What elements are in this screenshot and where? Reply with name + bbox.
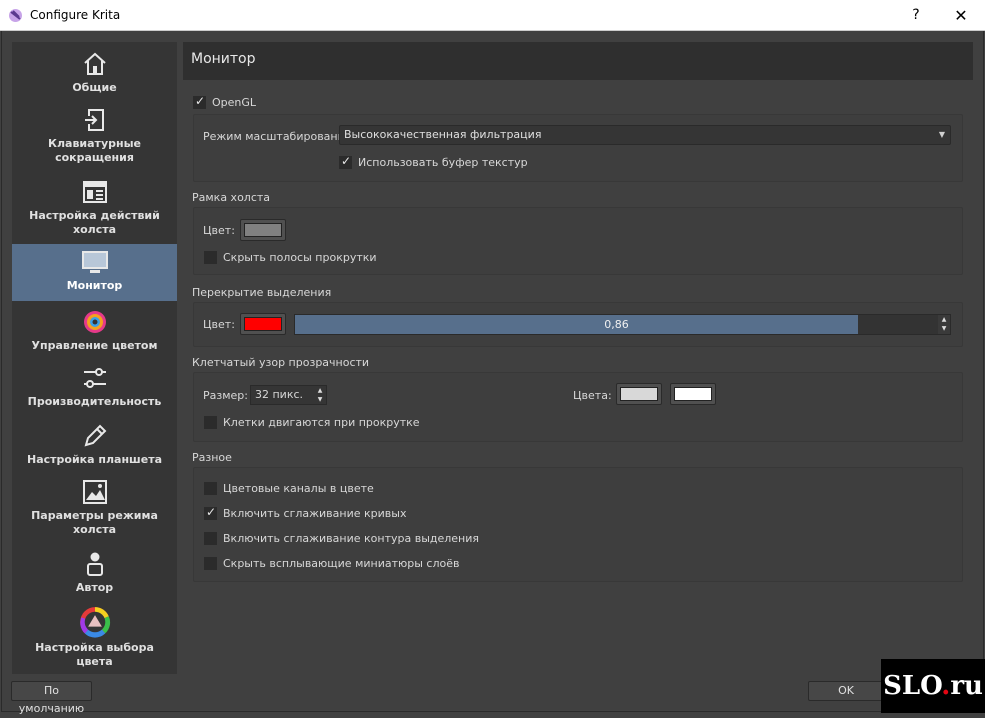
texture-buffer-checkbox[interactable]: Использовать буфер текстур — [339, 154, 528, 169]
checker-size-label: Размер: — [203, 389, 248, 402]
help-button[interactable]: ? — [906, 4, 926, 26]
page-title: Монитор — [191, 51, 256, 67]
selection-color-swatch — [244, 317, 282, 331]
monitor-icon — [81, 251, 108, 273]
checker-color1-swatch — [620, 387, 658, 401]
canvas-border-color-label: Цвет: — [203, 224, 235, 237]
texture-buffer-label: Использовать буфер текстур — [358, 155, 528, 169]
misc-option-color-channels[interactable]: Цветовые каналы в цвете — [204, 481, 374, 495]
hide-scrollbars-checkbox[interactable]: Скрыть полосы прокрутки — [204, 250, 377, 264]
hide-scrollbars-label: Скрыть полосы прокрутки — [223, 250, 377, 264]
sidebar-item-author[interactable]: Автор — [12, 550, 177, 600]
image-icon — [82, 480, 107, 504]
scaling-mode-value: Высококачественная фильтрация — [344, 128, 542, 141]
color-channels-check-box[interactable] — [204, 481, 217, 495]
checker-size-value: 32 пикс. — [255, 388, 304, 401]
checker-color2-button[interactable] — [670, 383, 716, 405]
spin-arrows-icon[interactable]: ▲ ▼ — [938, 315, 950, 334]
chevron-down-icon: ▼ — [938, 130, 945, 139]
sidebar-item-label: Настройка выбора цвета — [35, 641, 154, 668]
texture-buffer-check-box[interactable] — [339, 154, 352, 169]
sidebar-item-label: Автор — [75, 581, 114, 594]
window-title: Configure Krita — [30, 8, 121, 22]
misc-option-label: Включить сглаживание контура выделения — [223, 531, 480, 545]
watermark-dot: . — [941, 671, 951, 701]
canvas-border-title: Рамка холста — [192, 191, 271, 204]
home-icon — [83, 52, 106, 75]
checker-move-label: Клетки двигаются при прокрутке — [223, 415, 420, 429]
canvas-border-swatch — [244, 223, 282, 237]
curve-antialias-check-box[interactable] — [204, 505, 217, 520]
sidebar-item-shortcuts[interactable]: Клавиатурные сокращения — [12, 106, 177, 171]
watermark-text: SLO — [883, 671, 942, 701]
hide-thumbnails-check-box[interactable] — [204, 556, 217, 570]
opengl-checkbox[interactable]: OpenGL — [193, 94, 257, 109]
sidebar-item-general[interactable]: Общие — [12, 50, 177, 100]
selection-color-button[interactable] — [240, 313, 286, 335]
opengl-label: OpenGL — [212, 95, 257, 109]
sidebar-item-color-management[interactable]: Управление цветом — [12, 308, 177, 358]
sidebar-item-canvas-only[interactable]: Параметры режима холста — [12, 478, 177, 543]
sidebar-item-label: Настройка планшета — [26, 453, 162, 466]
scaling-mode-label: Режим масштабирования: — [203, 130, 356, 143]
sidebar-item-label: Управление цветом — [31, 339, 158, 352]
krita-logo-icon — [9, 9, 22, 22]
sidebar-item-label: Клавиатурные сокращения — [48, 137, 141, 164]
restore-defaults-button[interactable]: По умолчанию — [11, 681, 92, 715]
misc-option-label: Скрыть всплывающие миниатюры слоёв — [223, 556, 460, 570]
opengl-check-box[interactable] — [193, 94, 206, 109]
selection-opacity-value: 0,86 — [604, 318, 629, 331]
sidebar-item-label: Настройка действий холста — [29, 209, 160, 236]
misc-option-label: Включить сглаживание кривых — [223, 506, 407, 520]
ok-button[interactable]: OK — [808, 681, 884, 701]
sidebar-item-monitor[interactable]: Монитор — [12, 244, 177, 301]
page-header: Монитор — [183, 42, 973, 80]
settings-sidebar: Общие Клавиатурные сокращения Настройка … — [12, 42, 177, 674]
color-management-icon — [83, 311, 106, 333]
misc-title: Разное — [192, 451, 232, 464]
checker-move-check-box[interactable] — [204, 415, 217, 429]
shortcut-icon — [84, 109, 104, 131]
sidebar-item-performance[interactable]: Производительность — [12, 364, 177, 414]
sidebar-item-label: Параметры режима холста — [31, 509, 158, 536]
canvas-border-group — [193, 207, 963, 275]
sidebar-item-tablet[interactable]: Настройка планшета — [12, 422, 177, 472]
misc-option-curve-antialias[interactable]: Включить сглаживание кривых — [204, 505, 407, 520]
checker-color1-button[interactable] — [616, 383, 662, 405]
sidebar-item-canvas-input[interactable]: Настройка действий холста — [12, 178, 177, 243]
user-icon — [86, 552, 103, 576]
checker-size-spinbox[interactable]: 32 пикс. ▲ ▼ — [250, 385, 327, 405]
selection-antialias-check-box[interactable] — [204, 531, 217, 545]
close-button[interactable]: ✕ — [938, 0, 984, 31]
selection-overlay-title: Перекрытие выделения — [192, 286, 332, 299]
sidebar-item-color-selector[interactable]: Настройка выбора цвета — [12, 606, 177, 674]
sidebar-item-label: Общие — [72, 81, 117, 94]
canvas-input-icon — [82, 181, 107, 203]
misc-option-selection-antialias[interactable]: Включить сглаживание контура выделения — [204, 531, 479, 545]
hide-scrollbars-check-box[interactable] — [204, 250, 217, 264]
color-wheel-icon — [79, 607, 110, 638]
checker-color2-swatch — [674, 387, 712, 401]
checker-move-checkbox[interactable]: Клетки двигаются при прокрутке — [204, 415, 420, 429]
misc-option-hide-layer-thumbnails[interactable]: Скрыть всплывающие миниатюры слоёв — [204, 556, 460, 570]
title-bar: Configure Krita ? ✕ — [0, 0, 985, 31]
watermark-text-suffix: ru — [950, 671, 983, 701]
pen-icon — [84, 424, 106, 447]
misc-option-label: Цветовые каналы в цвете — [223, 481, 374, 495]
sidebar-item-label: Монитор — [66, 279, 123, 292]
sliders-icon — [83, 368, 106, 388]
canvas-border-color-button[interactable] — [240, 219, 286, 241]
checkers-group — [193, 372, 963, 442]
spin-arrows-icon[interactable]: ▲ ▼ — [314, 386, 326, 404]
scaling-mode-select[interactable]: Высококачественная фильтрация ▼ — [339, 125, 951, 145]
selection-color-label: Цвет: — [203, 318, 235, 331]
checker-colors-label: Цвета: — [573, 389, 612, 402]
sidebar-item-label: Производительность — [27, 395, 162, 408]
watermark-logo: SLO.ru — [881, 659, 985, 713]
selection-opacity-slider[interactable]: 0,86 ▲ ▼ — [294, 314, 951, 335]
checkers-title: Клетчатый узор прозрачности — [192, 356, 370, 369]
